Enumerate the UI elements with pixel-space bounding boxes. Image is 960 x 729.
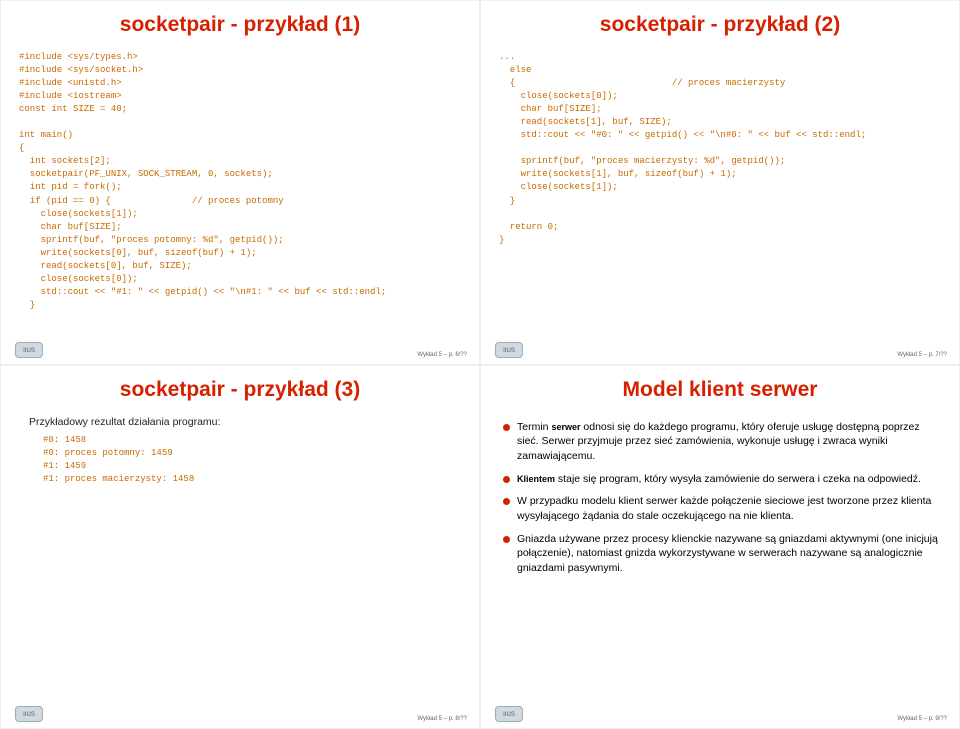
bullet-rest: Gniazda używane przez procesy klienckie … <box>517 533 938 574</box>
slide-tl: socketpair - przykład (1) #include <sys/… <box>0 0 480 365</box>
list-item: Termin serwer odnosi się do każdego prog… <box>499 420 941 464</box>
code-block: #include <sys/types.h> #include <sys/soc… <box>19 51 461 312</box>
bullet-rest: staje się program, który wysyła zamówien… <box>555 473 921 485</box>
bullet-rest: W przypadku modelu klient serwer każde p… <box>517 495 931 522</box>
slide-title: Model klient serwer <box>499 378 941 402</box>
page-number: Wykład 5 – p. 7/?? <box>897 352 947 358</box>
slide-tr: socketpair - przykład (2) ... else { // … <box>480 0 960 365</box>
logo: IIUS <box>495 342 523 358</box>
list-item: Gniazda używane przez procesy klienckie … <box>499 532 941 576</box>
bullet-strong: Klientem <box>517 474 555 484</box>
slide-bl: socketpair - przykład (3) Przykładowy re… <box>0 365 480 729</box>
bullet-strong: serwer <box>551 422 580 432</box>
slide-title: socketpair - przykład (2) <box>499 13 941 37</box>
logo: IIUS <box>495 706 523 722</box>
list-item: W przypadku modelu klient serwer każde p… <box>499 494 941 523</box>
bullet-prefix: Termin <box>517 421 551 433</box>
result-intro: Przykładowy rezultat działania programu: <box>29 416 461 428</box>
slide-title: socketpair - przykład (1) <box>19 13 461 37</box>
list-item: Klientem staje się program, który wysyła… <box>499 472 941 487</box>
slide-br: Model klient serwer Termin serwer odnosi… <box>480 365 960 729</box>
bullet-list: Termin serwer odnosi się do każdego prog… <box>499 420 941 584</box>
page-number: Wykład 5 – p. 8/?? <box>417 716 467 722</box>
logo: IIUS <box>15 342 43 358</box>
code-block: ... else { // proces macierzysty close(s… <box>499 51 941 247</box>
slide-title: socketpair - przykład (3) <box>19 378 461 402</box>
code-block: #0: 1458 #0: proces potomny: 1459 #1: 14… <box>29 434 461 486</box>
page-number: Wykład 5 – p. 6/?? <box>417 352 467 358</box>
page-number: Wykład 5 – p. 9/?? <box>897 716 947 722</box>
logo: IIUS <box>15 706 43 722</box>
